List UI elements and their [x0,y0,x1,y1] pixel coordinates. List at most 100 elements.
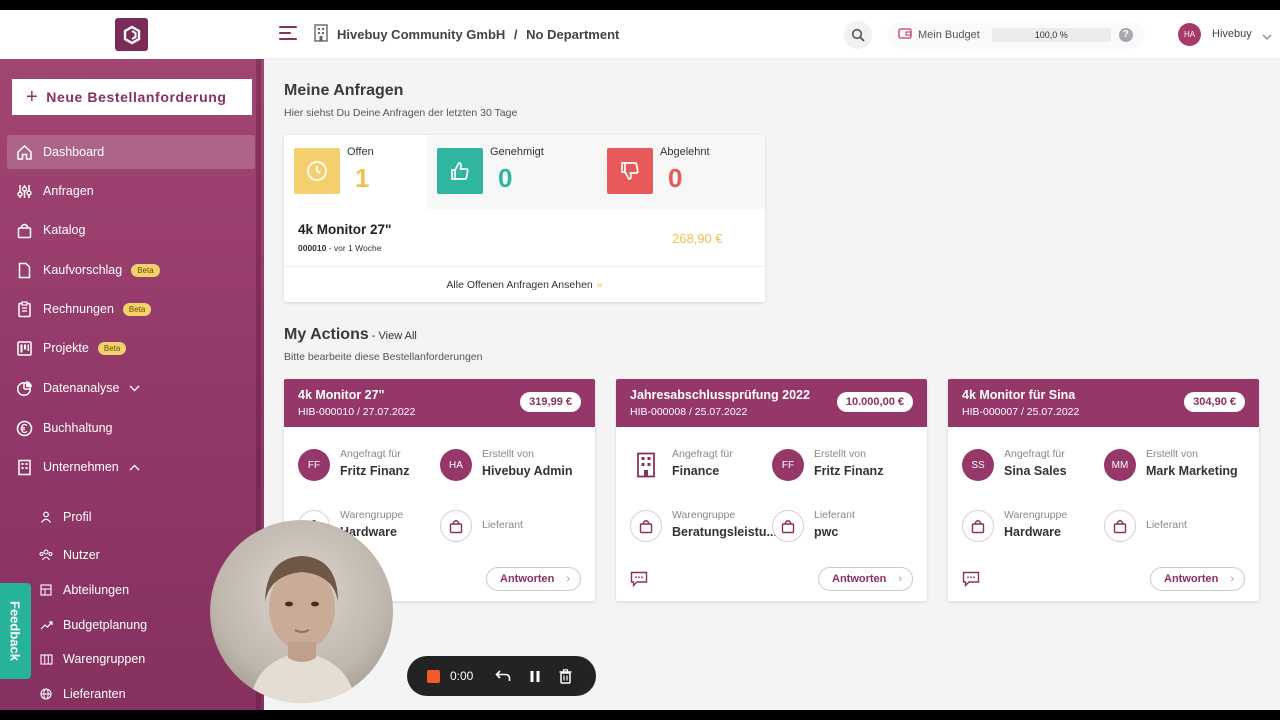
new-request-button[interactable]: + Neue Bestellanforderung [12,79,252,115]
breadcrumb[interactable]: Hivebuy Community GmbH / No Department [337,27,619,42]
sidebar-subitem-abteilungen[interactable]: Abteilungen [38,575,129,605]
reply-button[interactable]: Antworten › [818,567,913,591]
stat-icon-box [294,148,340,194]
category-field: Warengruppe Beratungsleistu... [630,507,777,547]
action-card-title: Jahresabschlussprüfung 2022 [630,388,810,402]
supplier-field: Lieferant pwc [772,507,912,547]
category-value: Beratungsleistu... [672,525,777,539]
beta-badge: Beta [122,302,152,316]
document-icon [14,262,34,279]
created-by-field: MM Erstellt von Mark Marketing [1104,446,1244,486]
feedback-tab[interactable]: Feedback [0,583,31,679]
sidebar-subitem-label: Abteilungen [63,583,130,597]
user-avatar[interactable]: HA [1178,23,1201,46]
chevron-right-icon: › [898,573,902,585]
budget-label: Mein Budget [918,29,980,41]
budget-widget[interactable]: Mein Budget 100,0 % ? [887,21,1145,49]
comment-icon[interactable] [630,571,648,592]
sidebar-subitem-warengruppen[interactable]: Warengruppen [38,644,145,674]
request-age: - vor 1 Woche [326,243,382,253]
sidebar-item-katalog[interactable]: Katalog [7,213,255,247]
chevron-up-icon [129,460,140,474]
sidebar-item-buchhaltung[interactable]: Buchhaltung [7,411,255,445]
created-by-field: FF Erstellt von Fritz Finanz [772,446,912,486]
chevron-right-icon: › [566,573,570,585]
help-icon[interactable]: ? [1118,28,1133,42]
field-label: Lieferant [814,509,855,521]
undo-icon[interactable] [495,669,511,683]
pause-icon[interactable] [529,670,541,683]
stat-value: 1 [355,163,370,193]
action-card[interactable]: Jahresabschlussprüfung 2022 HIB-000008 /… [616,379,927,601]
recording-time: 0:00 [450,669,474,683]
reply-label: Antworten [500,573,555,585]
sidebar-item-kaufvorschlag[interactable]: Kaufvorschlag Beta [7,253,255,287]
request-meta: 000010 - vor 1 Woche [298,243,382,253]
trend-icon [38,620,54,630]
sidebar-subitem-label: Budgetplanung [63,618,148,632]
main-content: Meine Anfragen Hier siehst Du Deine Anfr… [264,59,1280,710]
logo-area [0,10,264,59]
action-card-title: 4k Monitor für Sina [962,388,1076,402]
reply-button[interactable]: Antworten › [1150,567,1245,591]
stat-genehmigt[interactable]: Genehmigt 0 [427,135,597,209]
hivebuy-logo[interactable] [115,18,148,51]
search-icon [851,28,865,42]
new-request-label: Neue Bestellanforderung [46,89,227,105]
action-card-header: 4k Monitor 27" HIB-000010 / 27.07.2022 3… [284,379,595,427]
sidebar-item-rechnungen[interactable]: Rechnungen Beta [7,292,255,326]
action-card-price: 304,90 € [1184,392,1245,412]
request-id: 000010 [298,243,327,253]
creator-avatar: HA [440,449,472,481]
category-field: Warengruppe Hardware [962,507,1102,547]
comment-icon[interactable] [962,571,980,592]
sidebar-item-datenanalyse[interactable]: Datenanalyse [7,371,255,405]
trash-icon[interactable] [559,668,572,684]
requested-for-value: Fritz Finanz [340,464,410,478]
clipboard-icon [14,300,34,318]
field-label: Erstellt von [814,448,866,460]
menu-toggle-icon[interactable] [279,26,297,42]
columns-icon [38,653,54,665]
category-value: Hardware [1004,525,1061,539]
home-icon [14,144,34,161]
view-all-open-requests-link[interactable]: Alle Offenen Anfragen Ansehen» [284,266,765,302]
shopping-bag-icon [772,510,804,542]
action-card-price: 10.000,00 € [836,392,913,412]
requester-avatar: SS [962,449,994,481]
requested-for-value: Finance [672,464,720,478]
sliders-icon [14,183,34,200]
sidebar-item-projekte[interactable]: Projekte Beta [7,331,255,365]
field-label: Lieferant [482,519,523,531]
actions-title: My Actions [284,326,369,343]
webcam-overlay[interactable] [210,520,393,703]
presenter-video-icon [250,556,356,703]
sidebar-subitem-label: Lieferanten [63,687,126,701]
stop-recording-button[interactable] [427,669,440,683]
chevron-right-icon: › [1230,573,1234,585]
kanban-icon [14,340,34,357]
chevron-down-icon[interactable] [1262,28,1272,46]
search-button[interactable] [844,21,872,49]
requester-avatar: FF [298,449,330,481]
sidebar-subitem-nutzer[interactable]: Nutzer [38,540,100,570]
reply-label: Antworten [1164,573,1219,585]
action-card[interactable]: 4k Monitor für Sina HIB-000007 / 25.07.2… [948,379,1259,601]
reply-button[interactable]: Antworten › [486,567,581,591]
sidebar-subitem-budgetplanung[interactable]: Budgetplanung [38,610,147,640]
user-icon [38,511,54,523]
wallet-icon [898,26,912,44]
sidebar-item-dashboard[interactable]: Dashboard [7,135,255,169]
requested-for-field: SS Angefragt für Sina Sales [962,446,1102,486]
sidebar-subitem-profil[interactable]: Profil [38,502,91,532]
top-bar: Hivebuy Community GmbH / No Department M… [0,10,1280,59]
stat-abgelehnt[interactable]: Abgelehnt 0 [597,135,765,209]
sidebar-item-anfragen[interactable]: Anfragen [7,174,255,208]
sidebar-item-label: Katalog [43,223,86,237]
chevron-down-icon [129,381,140,395]
view-all-actions-link[interactable]: - View All [369,330,417,342]
sidebar-item-unternehmen[interactable]: Unternehmen [7,450,255,484]
user-name[interactable]: Hivebuy [1212,28,1252,40]
shopping-bag-icon [14,222,34,239]
sidebar-subitem-lieferanten[interactable]: Lieferanten [38,679,126,709]
